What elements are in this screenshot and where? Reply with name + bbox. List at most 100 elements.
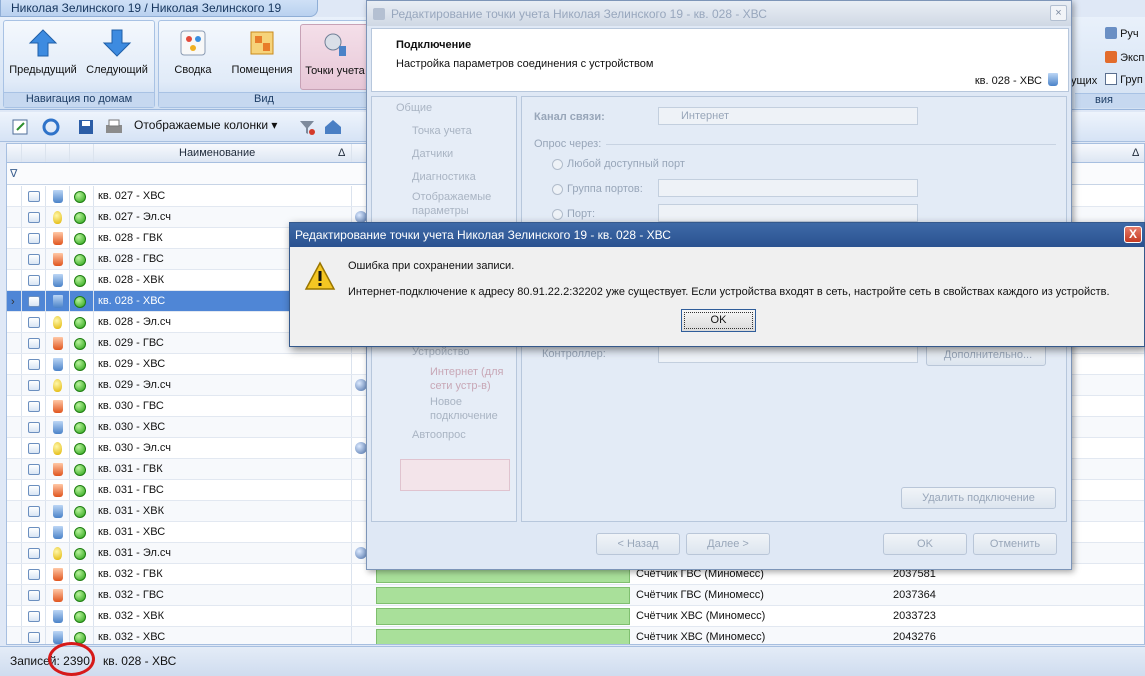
hot-water-meter-icon [53,337,63,350]
row-checkbox[interactable] [28,359,40,370]
next-step-button[interactable]: Далее > [686,533,770,555]
port-select[interactable] [658,204,918,222]
group-button[interactable]: Груп [1105,73,1143,86]
nav-device[interactable]: Устройство [412,346,470,358]
status-ok-icon [74,401,86,413]
highlight-circle [48,642,95,676]
row-checkbox[interactable] [28,464,40,475]
row-name: кв. 028 - ГВК [98,232,163,244]
sort-icon[interactable]: Δ [338,147,345,159]
more-button[interactable]: Дополнительно... [926,344,1046,366]
table-row[interactable]: кв. 032 - ХВС Счётчик ХВС (Миномесс) 20432… [7,627,1144,644]
filter-clear-button[interactable] [296,116,318,138]
row-checkbox[interactable] [28,275,40,286]
cold-water-meter-icon [53,421,63,434]
row-name: кв. 028 - ХВК [98,274,164,286]
port-label: Порт: [567,208,595,220]
delete-connection-button[interactable]: Удалить подключение [901,487,1056,509]
refresh-button[interactable] [40,116,62,138]
next-button[interactable]: Следующий [82,24,152,90]
status-ok-icon [74,611,86,623]
close-icon[interactable]: X [1124,226,1142,243]
document-tab[interactable]: Николая Зелинского 19 / Николая Зелинско… [0,0,318,17]
lightbulb-icon [53,316,62,329]
port-group-select[interactable] [658,179,918,197]
table-row[interactable]: кв. 032 - ХВК Счётчик ХВС (Миномесс) 20337… [7,606,1144,627]
status-ok-icon [74,338,86,350]
row-checkbox[interactable] [28,212,40,223]
row-checkbox[interactable] [28,254,40,265]
channel-value: Интернет [681,110,729,122]
summary-button[interactable]: Сводка [165,24,221,90]
row-checkbox[interactable] [28,548,40,559]
home-button[interactable] [322,116,344,138]
back-label: < Назад [617,538,659,550]
status-ok-icon [74,548,86,560]
manual-button[interactable]: Руч [1105,27,1139,40]
row-name: кв. 032 - ГВС [98,589,164,601]
row-checkbox[interactable] [28,611,40,622]
error-message-detail: Интернет-подключение к адресу 80.91.22.2… [348,286,1110,298]
cold-water-meter-icon [53,274,63,287]
row-checkbox[interactable] [28,569,40,580]
next-step-label: Далее > [707,538,749,550]
nav-autopoll[interactable]: Автоопрос [412,429,466,441]
row-checkbox[interactable] [28,632,40,643]
nav-general[interactable]: Общие [396,102,432,114]
cancel-button[interactable]: Отменить [973,533,1057,555]
any-port-radio[interactable] [552,159,563,170]
nav-new-connection-1[interactable]: Новое [430,396,462,408]
columns-dropdown[interactable]: Отображаемые колонки ▾ [134,118,277,132]
manual-label: Руч [1120,28,1139,40]
nav-display-1[interactable]: Отображаемые [412,191,491,203]
print-button[interactable] [103,116,125,138]
row-checkbox[interactable] [28,338,40,349]
row-checkbox[interactable] [28,233,40,244]
metering-points-button[interactable]: Точки учета [300,24,370,90]
status-ok-icon [74,569,86,581]
row-checkbox[interactable] [28,506,40,517]
port-radio[interactable] [552,209,563,220]
row-checkbox[interactable] [28,485,40,496]
row-name: кв. 027 - ХВС [98,190,166,202]
close-icon[interactable]: × [1050,5,1067,21]
lightbulb-icon [53,379,62,392]
column-header-name[interactable]: Наименование [179,147,255,159]
row-checkbox[interactable] [28,296,40,307]
row-checkbox[interactable] [28,443,40,454]
water-meter-icon [1048,73,1058,86]
row-checkbox[interactable] [28,401,40,412]
row-checkbox[interactable] [28,380,40,391]
port-group-radio[interactable] [552,184,563,195]
any-port-label: Любой доступный порт [567,158,685,170]
controller-select[interactable] [658,345,918,363]
nav-diagnostics[interactable]: Диагностика [412,171,476,183]
error-ok-button[interactable]: OK [681,309,756,332]
edit-button[interactable] [9,116,31,138]
row-checkbox[interactable] [28,422,40,433]
row-checkbox[interactable] [28,317,40,328]
ok-button[interactable]: OK [883,533,967,555]
row-checkbox[interactable] [28,527,40,538]
row-progress-bar [376,587,630,604]
row-name: кв. 031 - ГВС [98,484,164,496]
error-message-title: Ошибка при сохранении записи. [348,260,515,272]
table-row[interactable]: кв. 032 - ГВС Счётчик ГВС (Миномесс) 20373… [7,585,1144,606]
row-name: кв. 030 - ГВС [98,400,164,412]
hot-water-meter-icon [53,568,63,581]
dialog-header: Подключение Настройка параметров соедине… [371,28,1069,92]
rooms-button[interactable]: Помещения [229,24,295,90]
row-checkbox[interactable] [28,590,40,601]
cold-water-meter-icon [53,631,63,644]
previous-button[interactable]: Предыдущий [8,24,78,90]
nav-point[interactable]: Точка учета [412,125,472,137]
row-checkbox[interactable] [28,191,40,202]
nav-internet-1[interactable]: Интернет (для [430,366,504,378]
channel-select[interactable]: Интернет [658,107,918,125]
back-button[interactable]: < Назад [596,533,680,555]
save-button[interactable] [75,116,97,138]
nav-sensors[interactable]: Датчики [412,148,453,160]
export-button[interactable]: Эксп [1105,51,1144,64]
next-label: Следующий [86,64,148,76]
sort-icon-right[interactable]: Δ [1132,147,1139,159]
